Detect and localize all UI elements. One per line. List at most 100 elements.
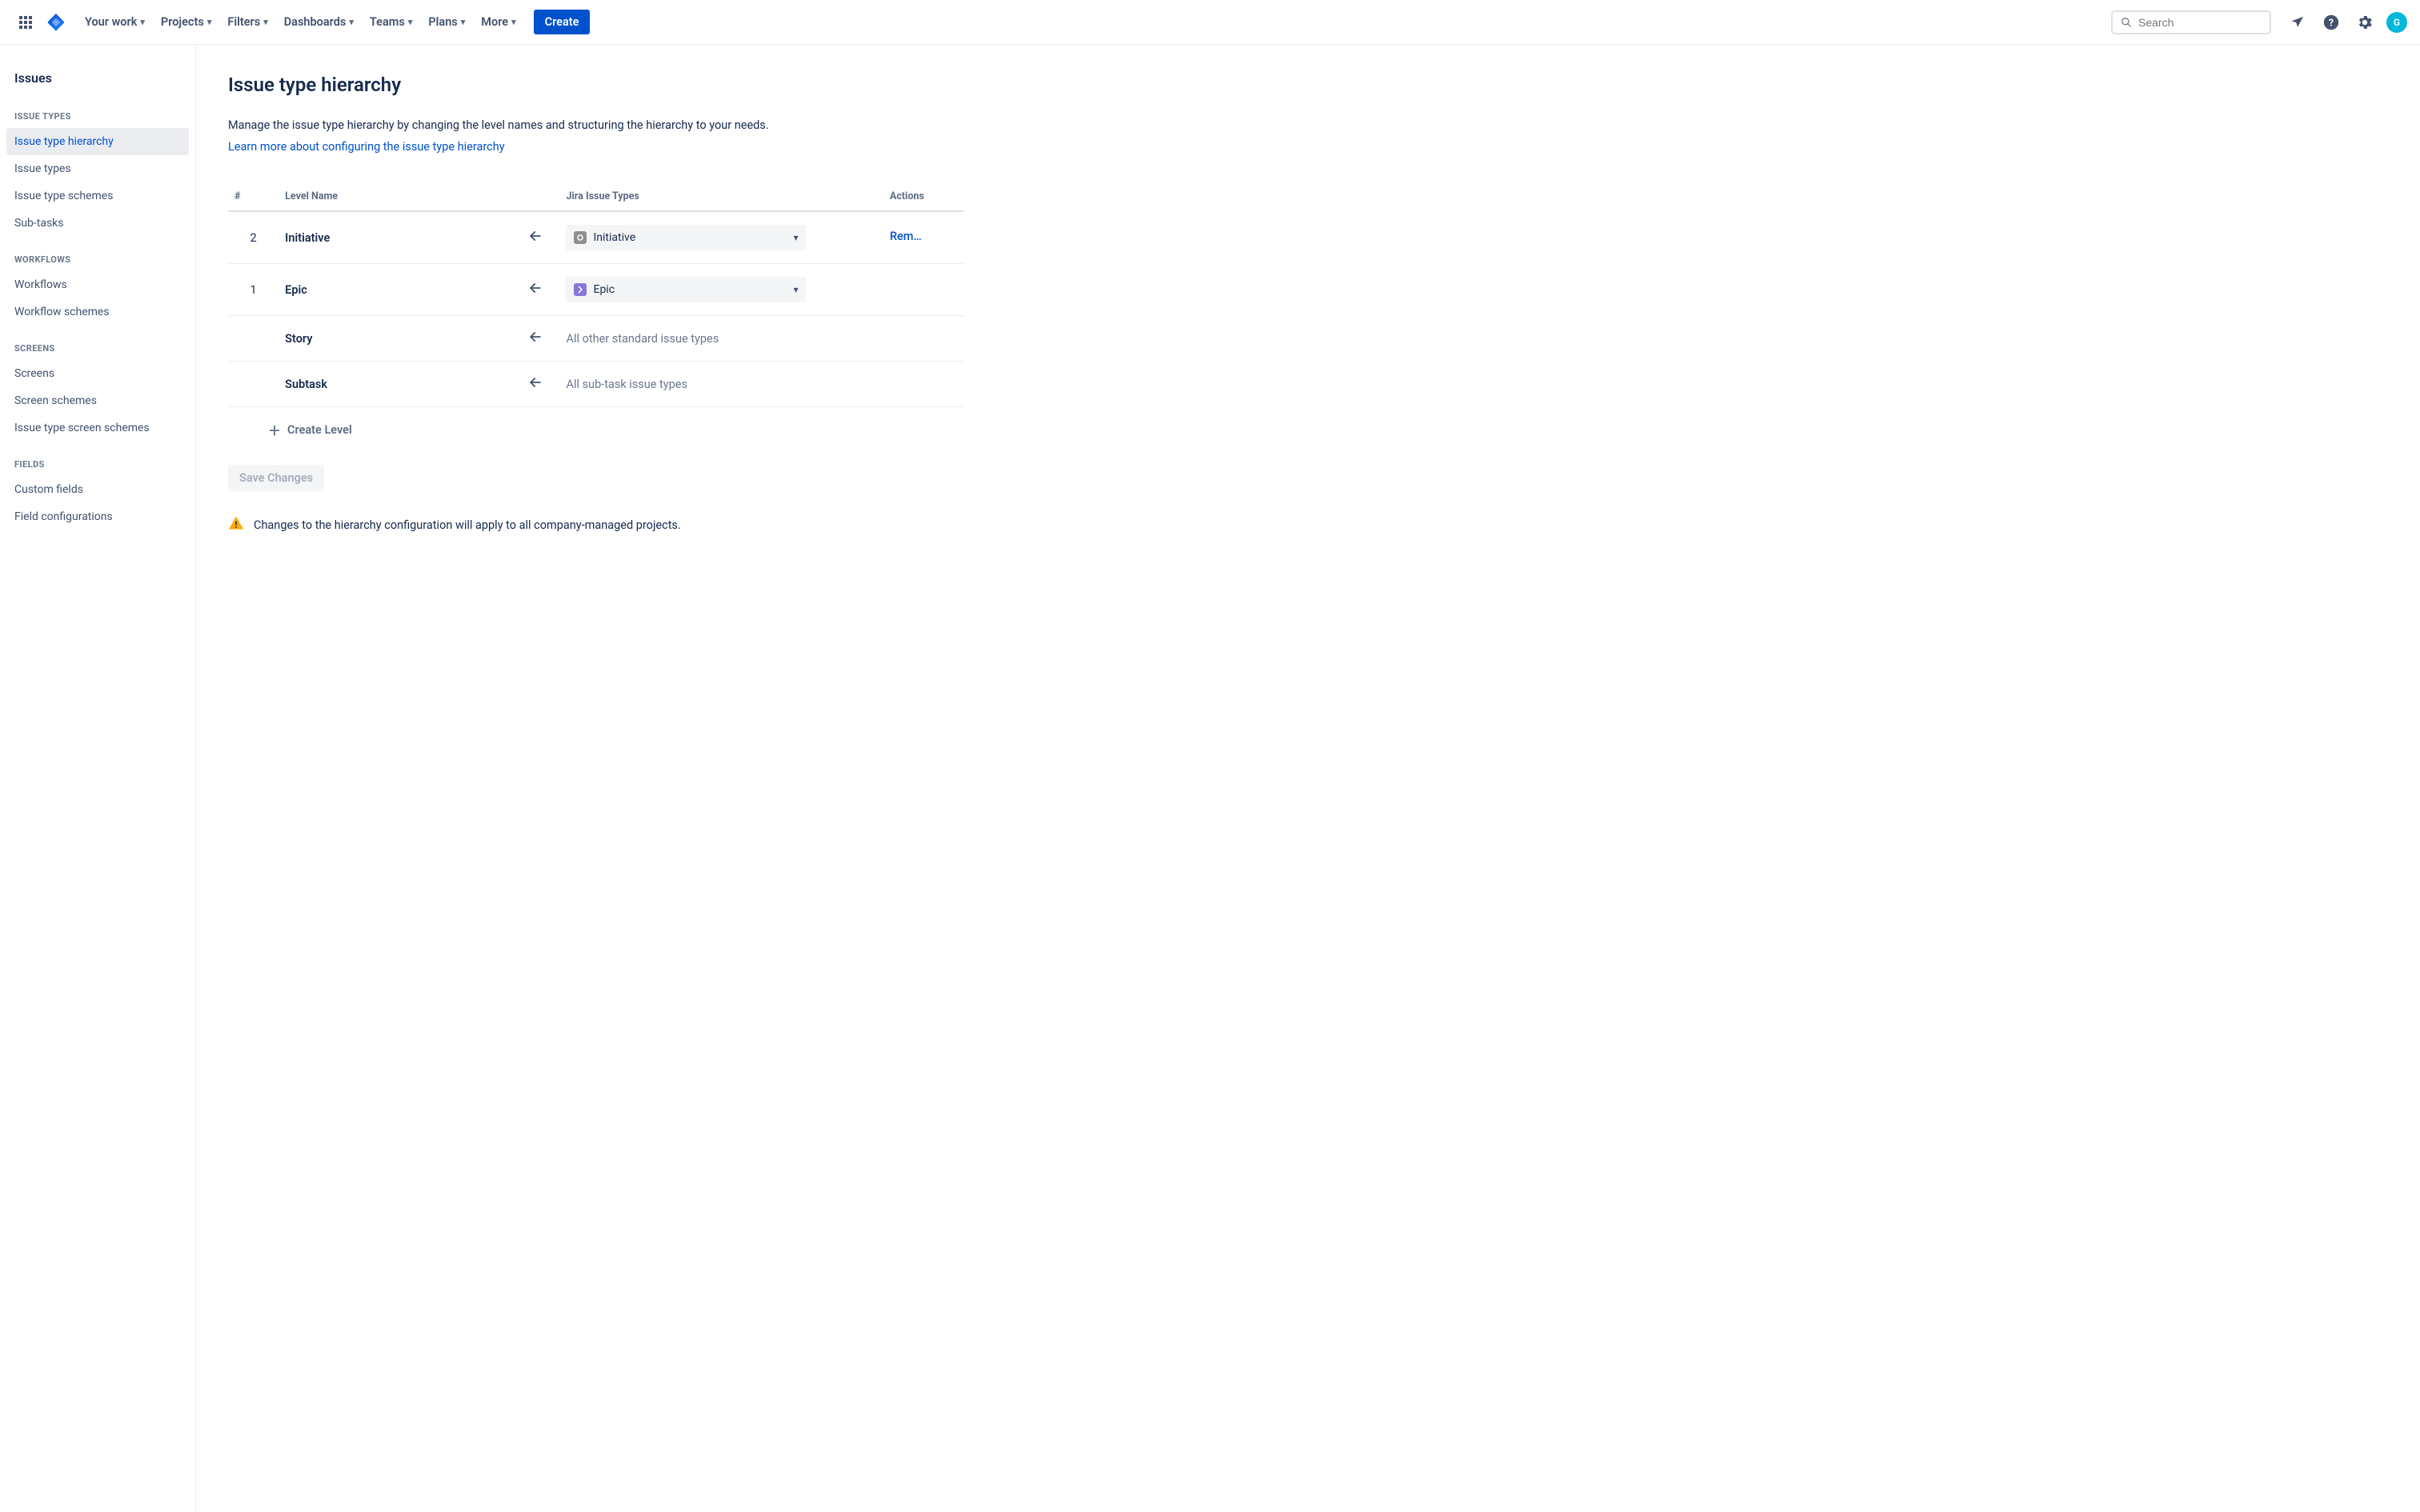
table-row: Subtask All sub-task issue types: [228, 362, 964, 407]
sidebar: Issues ISSUE TYPESIssue type hierarchyIs…: [0, 45, 196, 1512]
search-box[interactable]: [2111, 10, 2271, 34]
row-arrow-cell: [511, 211, 560, 264]
arrow-left-icon[interactable]: [527, 280, 543, 296]
sidebar-item-issue-type-screen-schemes[interactable]: Issue type screen schemes: [6, 414, 189, 442]
table-row: 1EpicEpic▾: [228, 264, 964, 316]
sidebar-item-sub-tasks[interactable]: Sub-tasks: [6, 210, 189, 237]
chevron-down-icon: ▾: [461, 17, 466, 27]
nav-projects[interactable]: Projects▾: [153, 10, 219, 34]
nav-your-work[interactable]: Your work▾: [77, 10, 153, 34]
nav-plans[interactable]: Plans ▾: [420, 10, 473, 34]
row-level-name[interactable]: Epic: [278, 264, 511, 316]
chevron-down-icon: ▾: [793, 232, 798, 243]
nav-more[interactable]: More▾: [473, 10, 523, 34]
nav-dashboards[interactable]: Dashboards▾: [276, 10, 362, 34]
nav-label: Filters: [227, 15, 260, 29]
issue-type-description: All sub-task issue types: [566, 378, 687, 391]
sidebar-item-custom-fields[interactable]: Custom fields: [6, 476, 189, 503]
save-changes-button[interactable]: Save Changes: [228, 465, 324, 491]
warning-text: Changes to the hierarchy configuration w…: [254, 518, 681, 532]
nav-label: Teams: [370, 15, 405, 29]
create-level-label: Create Level: [287, 423, 352, 437]
nav-items: Your work▾ Projects▾ Filters▾ Dashboards…: [77, 10, 590, 34]
row-types-cell: Initiative ▾: [559, 211, 883, 264]
sidebar-item-workflow-schemes[interactable]: Workflow schemes: [6, 298, 189, 326]
sidebar-title: Issues: [6, 64, 189, 105]
col-header-name: Level Name: [278, 182, 511, 211]
issue-type-label: Epic: [593, 283, 615, 296]
jira-logo-icon[interactable]: [45, 11, 67, 34]
remove-action[interactable]: Rem…: [890, 230, 922, 243]
row-arrow-cell: [511, 362, 560, 407]
row-num: 1: [228, 264, 278, 316]
app-switcher-icon[interactable]: [13, 10, 38, 35]
settings-icon[interactable]: [2353, 10, 2377, 34]
sidebar-item-workflows[interactable]: Workflows: [6, 271, 189, 298]
row-level-name[interactable]: Initiative: [278, 211, 511, 264]
help-icon[interactable]: ?: [2319, 10, 2343, 34]
sidebar-item-issue-types[interactable]: Issue types: [6, 155, 189, 182]
sidebar-item-screens[interactable]: Screens: [6, 360, 189, 387]
nav-label: Projects: [161, 15, 204, 29]
sidebar-group-label: WORKFLOWS: [6, 248, 189, 271]
row-level-name[interactable]: Subtask: [278, 362, 511, 407]
sidebar-group-label: SCREENS: [6, 337, 189, 360]
avatar[interactable]: G: [2386, 12, 2407, 33]
row-actions-cell: [883, 264, 964, 316]
arrow-left-icon[interactable]: [527, 374, 543, 390]
nav-right: ? G: [2286, 10, 2407, 34]
arrow-left-icon[interactable]: [527, 228, 543, 244]
chevron-down-icon: ▾: [349, 17, 354, 27]
sidebar-group-label: FIELDS: [6, 453, 189, 476]
top-nav: Your work▾ Projects▾ Filters▾ Dashboards…: [0, 0, 2420, 45]
row-actions-cell: [883, 316, 964, 362]
row-num: [228, 316, 278, 362]
search-icon: [2121, 16, 2132, 29]
nav-label: More: [481, 15, 508, 29]
chevron-down-icon: ▾: [511, 17, 516, 27]
notifications-icon[interactable]: [2286, 10, 2310, 34]
nav-label: Dashboards: [284, 15, 347, 29]
nav-label: Your work: [85, 15, 137, 29]
warning-icon: [228, 515, 244, 535]
epic-issuetype-icon: [574, 283, 587, 296]
col-header-actions: Actions: [883, 182, 964, 211]
row-types-cell: All other standard issue types: [559, 316, 883, 362]
sidebar-group-label: ISSUE TYPES: [6, 105, 189, 128]
issue-type-select[interactable]: Epic ▾: [566, 277, 806, 302]
page-title: Issue type hierarchy: [228, 74, 964, 96]
warning-row: Changes to the hierarchy configuration w…: [228, 515, 964, 535]
initiative-issuetype-icon: [574, 231, 587, 244]
main-content: Issue type hierarchy Manage the issue ty…: [196, 45, 996, 1512]
plus-icon: ＋: [268, 420, 281, 439]
table-row: Story All other standard issue types: [228, 316, 964, 362]
search-input[interactable]: [2138, 16, 2262, 29]
nav-filters[interactable]: Filters▾: [219, 10, 275, 34]
issue-type-select[interactable]: Initiative ▾: [566, 225, 806, 250]
sidebar-item-screen-schemes[interactable]: Screen schemes: [6, 387, 189, 414]
sidebar-item-issue-type-schemes[interactable]: Issue type schemes: [6, 182, 189, 210]
create-button[interactable]: Create: [534, 10, 591, 34]
create-level-button[interactable]: ＋ Create Level: [228, 407, 359, 446]
chevron-down-icon: ▾: [207, 17, 212, 27]
chevron-down-icon: ▾: [408, 17, 413, 27]
nav-label: Plans: [428, 15, 457, 29]
chevron-down-icon: ▾: [793, 284, 798, 295]
row-level-name[interactable]: Story: [278, 316, 511, 362]
learn-more-link[interactable]: Learn more about configuring the issue t…: [228, 140, 964, 154]
hierarchy-table: # Level Name Jira Issue Types Actions 2I…: [228, 182, 964, 407]
issue-type-label: Initiative: [593, 231, 635, 244]
nav-teams[interactable]: Teams▾: [362, 10, 420, 34]
arrow-left-icon[interactable]: [527, 329, 543, 345]
col-header-num: #: [228, 182, 278, 211]
row-arrow-cell: [511, 316, 560, 362]
col-header-arrow: [511, 182, 560, 211]
svg-text:?: ?: [2329, 17, 2334, 29]
sidebar-item-field-configurations[interactable]: Field configurations: [6, 503, 189, 530]
row-actions-cell: Rem…: [883, 211, 964, 264]
sidebar-item-issue-type-hierarchy[interactable]: Issue type hierarchy: [6, 128, 189, 155]
chevron-down-icon: ▾: [140, 17, 145, 27]
row-types-cell: Epic ▾: [559, 264, 883, 316]
row-arrow-cell: [511, 264, 560, 316]
table-row: 2InitiativeInitiative▾Rem…: [228, 211, 964, 264]
